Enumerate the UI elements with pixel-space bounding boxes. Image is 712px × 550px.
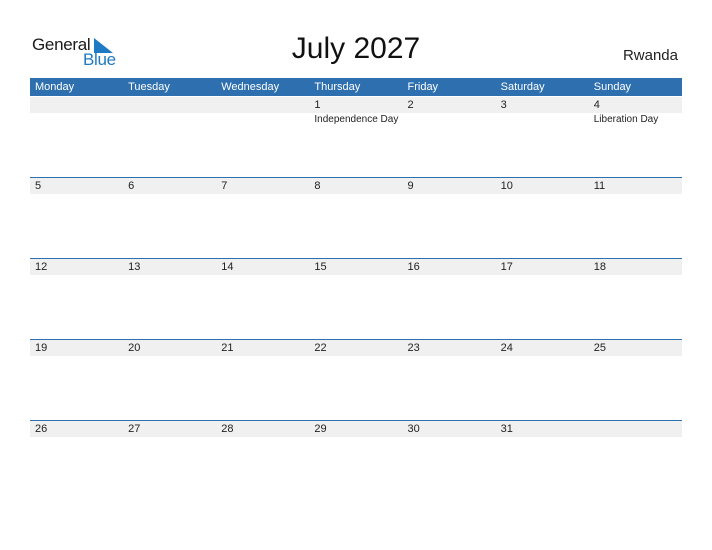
day-cell: 28 [216, 421, 309, 437]
page-title: July 2027 [291, 32, 421, 65]
day-cell: 21 [216, 340, 309, 356]
day-cell: 27 [123, 421, 216, 437]
weekday-header: Monday Tuesday Wednesday Thursday Friday… [30, 78, 682, 96]
day-number: 2 [407, 99, 414, 111]
day-number: 11 [593, 180, 606, 192]
day-number: 17 [500, 261, 513, 273]
week-row: 26 27 28 29 30 31 [30, 420, 682, 437]
day-number: 9 [407, 180, 414, 192]
day-number: 5 [35, 180, 42, 192]
day-number: 3 [500, 99, 507, 111]
day-cell [30, 97, 123, 113]
day-cell: 11 [589, 178, 682, 194]
day-cell: 30 [403, 421, 496, 437]
day-cell: 20 [123, 340, 216, 356]
calendar: Monday Tuesday Wednesday Thursday Friday… [30, 78, 682, 437]
date-strip: 19 20 21 22 23 24 25 [30, 340, 682, 356]
day-cell [216, 97, 309, 113]
day-number: 21 [221, 342, 234, 354]
day-cell: 18 [589, 259, 682, 275]
day-cell: 19 [30, 340, 123, 356]
date-strip: 26 27 28 29 30 31 [30, 421, 682, 437]
day-cell: 15 [309, 259, 402, 275]
week-row: 5 6 7 8 9 10 11 [30, 177, 682, 194]
day-number: 22 [314, 342, 327, 354]
day-number: 27 [128, 423, 141, 435]
day-number: 6 [128, 180, 135, 192]
day-number: 24 [500, 342, 513, 354]
day-number: 7 [221, 180, 228, 192]
day-cell: 9 [403, 178, 496, 194]
day-cell: 7 [216, 178, 309, 194]
day-number: 31 [500, 423, 513, 435]
weekday-friday: Friday [407, 81, 439, 93]
day-number: 16 [407, 261, 420, 273]
day-cell: 13 [123, 259, 216, 275]
weekday-thursday: Thursday [314, 81, 361, 93]
week-row: 12 13 14 15 16 17 18 [30, 258, 682, 275]
day-cell: 2 [403, 97, 496, 113]
day-number: 13 [128, 261, 141, 273]
day-cell: 10 [496, 178, 589, 194]
day-number: 12 [35, 261, 48, 273]
day-cell: 14 [216, 259, 309, 275]
day-number: 28 [221, 423, 234, 435]
day-number: 30 [407, 423, 420, 435]
day-cell: 29 [309, 421, 402, 437]
day-cell: 23 [403, 340, 496, 356]
day-cell: 24 [496, 340, 589, 356]
day-number: 15 [314, 261, 327, 273]
day-cell: 3 [496, 97, 589, 113]
date-strip: 5 6 7 8 9 10 11 [30, 178, 682, 194]
day-number: 1 [314, 99, 321, 111]
day-number: 4 [593, 99, 600, 111]
date-strip: 12 13 14 15 16 17 18 [30, 259, 682, 275]
day-number: 18 [593, 261, 606, 273]
day-cell: 26 [30, 421, 123, 437]
day-number: 25 [593, 342, 606, 354]
day-cell: 16 [403, 259, 496, 275]
day-number: 23 [407, 342, 420, 354]
holiday-label: Independence Day [314, 114, 399, 125]
day-number: 14 [221, 261, 234, 273]
holiday-label: Liberation Day [593, 114, 659, 125]
day-number: 26 [35, 423, 48, 435]
day-cell: 12 [30, 259, 123, 275]
day-cell [123, 97, 216, 113]
date-strip: 1 Independence Day 2 3 4 Liberation Day [30, 97, 682, 125]
day-cell: 1 Independence Day [309, 97, 402, 125]
day-cell: 22 [309, 340, 402, 356]
day-cell: 31 [496, 421, 589, 437]
weekday-sunday: Sunday [593, 81, 632, 93]
weekday-tuesday: Tuesday [128, 81, 170, 93]
day-cell: 5 [30, 178, 123, 194]
day-number: 10 [500, 180, 513, 192]
day-number: 19 [35, 342, 48, 354]
day-cell: 4 Liberation Day [589, 97, 682, 125]
week-row: 1 Independence Day 2 3 4 Liberation Day [30, 97, 682, 125]
weekday-saturday: Saturday [500, 81, 545, 93]
day-cell: 8 [309, 178, 402, 194]
weekday-wednesday: Wednesday [221, 81, 280, 93]
day-cell [589, 421, 682, 437]
day-number: 29 [314, 423, 327, 435]
day-cell: 25 [589, 340, 682, 356]
weekday-monday: Monday [35, 81, 75, 93]
week-row: 19 20 21 22 23 24 25 [30, 339, 682, 356]
day-cell: 6 [123, 178, 216, 194]
country-label: Rwanda [622, 47, 678, 64]
day-cell: 17 [496, 259, 589, 275]
day-number: 8 [314, 180, 321, 192]
day-number: 20 [128, 342, 141, 354]
